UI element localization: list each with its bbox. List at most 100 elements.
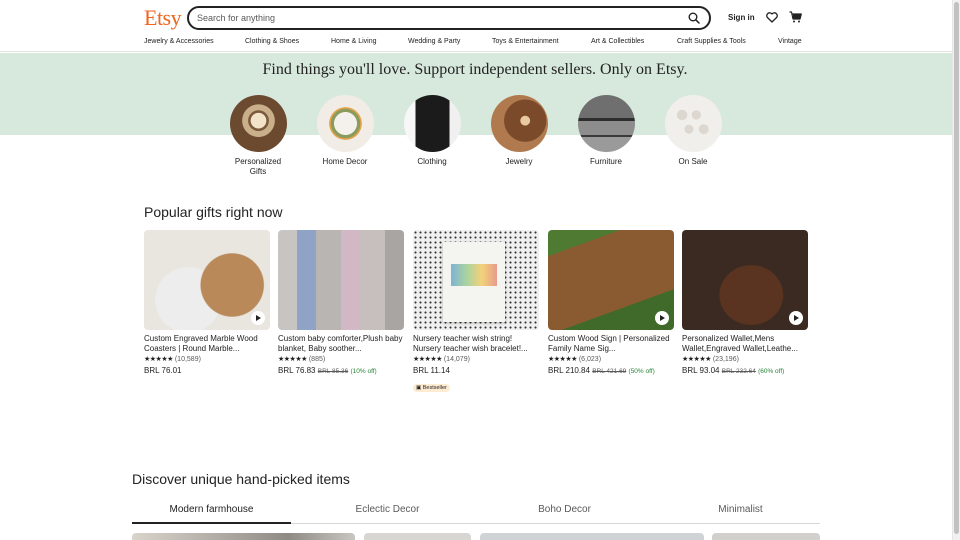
nav-wedding-party[interactable]: Wedding & Party [408, 38, 460, 45]
product-title[interactable]: Custom Wood Sign | Personalized Family N… [548, 334, 674, 354]
product-rating: ★★★★★ (6,023) [548, 355, 674, 364]
category-image [490, 95, 548, 152]
product-title[interactable]: Custom Engraved Marble Wood Coasters | R… [144, 334, 270, 354]
nav-vintage[interactable]: Vintage [778, 38, 802, 45]
product-price: BRL 11.14 [413, 365, 539, 376]
category-image [316, 95, 374, 152]
nav-jewelry-accessories[interactable]: Jewelry & Accessories [144, 38, 214, 45]
product-card[interactable]: Nursery teacher wish string! Nursery tea… [413, 230, 539, 394]
category-label: Home Decor [322, 157, 368, 166]
search-button[interactable] [685, 10, 703, 26]
nav-toys-entertainment[interactable]: Toys & Entertainment [492, 38, 559, 45]
etsy-logo[interactable]: Etsy [144, 5, 182, 31]
discover-title: Discover unique hand-picked items [132, 471, 350, 487]
discount-percent: (60% off) [758, 368, 785, 375]
nav-craft-supplies[interactable]: Craft Supplies & Tools [677, 38, 746, 45]
page-scrollbar[interactable] [952, 0, 960, 540]
lock-icon: ▣ [416, 385, 422, 391]
nav-clothing-shoes[interactable]: Clothing & Shoes [245, 38, 299, 45]
product-title[interactable]: Custom baby comforter,Plush baby blanket… [278, 334, 404, 354]
review-count: (885) [308, 356, 326, 363]
product-price: BRL 76.01 [144, 365, 270, 376]
sale-price: BRL 76.83 [278, 366, 316, 375]
product-image[interactable] [548, 230, 674, 330]
sale-price: BRL 76.01 [144, 366, 182, 375]
category-furniture[interactable]: Furniture [576, 95, 636, 167]
category-label: Clothing [417, 157, 447, 166]
hero-title: Find things you'll love. Support indepen… [262, 61, 688, 78]
original-price: BRL 85.36 [317, 368, 349, 375]
product-card[interactable]: Personalized Wallet,Mens Wallet,Engraved… [682, 230, 808, 377]
discount-percent: (50% off) [628, 368, 655, 375]
discover-image[interactable] [364, 533, 471, 540]
product-card[interactable]: Custom baby comforter,Plush baby blanket… [278, 230, 404, 377]
discover-image[interactable] [132, 533, 355, 540]
tab-boho-decor[interactable]: Boho Decor [485, 502, 644, 524]
sale-price: BRL 210.84 [548, 366, 590, 375]
site-header: Etsy Sign in Jewelry & Accessories Cloth… [0, 0, 952, 52]
original-price: BRL 232.64 [721, 368, 756, 375]
product-card[interactable]: Custom Wood Sign | Personalized Family N… [548, 230, 674, 377]
category-clothing[interactable]: Clothing [402, 95, 462, 167]
cart-icon[interactable] [789, 11, 802, 23]
popular-gifts-title: Popular gifts right now [144, 204, 283, 220]
search-bar[interactable] [187, 6, 711, 30]
category-label: Furniture [589, 157, 622, 166]
bestseller-badge: ▣ Bestseller [413, 384, 450, 392]
product-rating: ★★★★★ (14,079) [413, 355, 539, 364]
category-jewelry[interactable]: Jewelry [489, 95, 549, 167]
category-image [664, 95, 722, 152]
sale-price: BRL 11.14 [413, 366, 450, 375]
product-price: BRL 210.84 BRL 421.69 (50% off) [548, 365, 674, 377]
product-price: BRL 76.83 BRL 85.36 (10% off) [278, 365, 404, 377]
star-rating-icon: ★★★★★ [278, 356, 307, 363]
nav-art-collectibles[interactable]: Art & Collectibles [591, 38, 644, 45]
product-image[interactable] [144, 230, 270, 330]
discount-percent: (10% off) [350, 368, 377, 375]
rainbow-text-graphic [451, 264, 497, 286]
tab-modern-farmhouse[interactable]: Modern farmhouse [132, 502, 291, 524]
category-image [403, 95, 461, 152]
category-image [577, 95, 635, 152]
star-rating-icon: ★★★★★ [682, 356, 711, 363]
product-price: BRL 93.04 BRL 232.64 (60% off) [682, 365, 808, 377]
product-title[interactable]: Personalized Wallet,Mens Wallet,Engraved… [682, 334, 808, 354]
category-on-sale[interactable]: On Sale [663, 95, 723, 167]
review-count: (23,196) [712, 356, 739, 363]
product-title[interactable]: Nursery teacher wish string! Nursery tea… [413, 334, 539, 354]
discover-image[interactable] [480, 533, 704, 540]
play-video-icon[interactable] [655, 311, 669, 325]
review-count: (6,023) [578, 356, 602, 363]
discover-image[interactable] [712, 533, 820, 540]
badge-label: Bestseller [422, 385, 447, 391]
original-price: BRL 421.69 [592, 368, 627, 375]
product-image[interactable] [682, 230, 808, 330]
product-image[interactable] [413, 230, 539, 330]
search-input[interactable] [197, 10, 667, 26]
tab-minimalist[interactable]: Minimalist [661, 502, 820, 524]
category-home-decor[interactable]: Home Decor [315, 95, 375, 167]
card-graphic [443, 242, 505, 322]
category-label: Jewelry [505, 157, 533, 166]
scrollbar-thumb[interactable] [954, 2, 959, 534]
product-rating: ★★★★★ (10,589) [144, 355, 270, 364]
heart-icon[interactable] [766, 12, 778, 23]
sign-in-link[interactable]: Sign in [728, 13, 755, 22]
product-image[interactable] [278, 230, 404, 330]
category-image [229, 95, 287, 152]
product-rating: ★★★★★ (23,196) [682, 355, 808, 364]
nav-home-living[interactable]: Home & Living [331, 38, 377, 45]
category-label: On Sale [678, 157, 708, 166]
play-video-icon[interactable] [251, 311, 265, 325]
play-video-icon[interactable] [789, 311, 803, 325]
product-rating: ★★★★★ (885) [278, 355, 404, 364]
star-rating-icon: ★★★★★ [413, 356, 442, 363]
tab-eclectic-decor[interactable]: Eclectic Decor [308, 502, 467, 524]
discover-tabs: Modern farmhouse Eclectic Decor Boho Dec… [132, 502, 820, 524]
category-label: Personalized Gifts [234, 157, 282, 176]
star-rating-icon: ★★★★★ [548, 356, 577, 363]
product-card[interactable]: Custom Engraved Marble Wood Coasters | R… [144, 230, 270, 376]
category-personalized-gifts[interactable]: Personalized Gifts [228, 95, 288, 177]
review-count: (10,589) [174, 356, 201, 363]
review-count: (14,079) [443, 356, 470, 363]
